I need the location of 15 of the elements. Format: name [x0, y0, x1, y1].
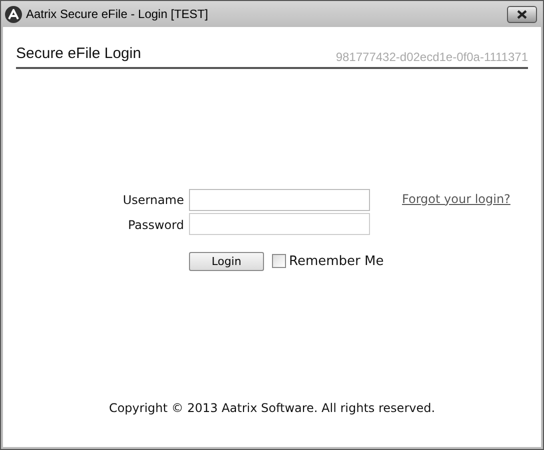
window-title: Aatrix Secure eFile - Login [TEST] [26, 6, 208, 23]
logo-icon [5, 6, 22, 22]
close-button[interactable] [507, 6, 537, 22]
remember-label: Remember Me [289, 252, 384, 270]
remember-checkbox[interactable] [272, 254, 286, 268]
password-label: Password [128, 216, 184, 234]
username-field[interactable] [189, 188, 370, 210]
page-heading: Secure eFile Login [16, 44, 142, 64]
session-id: 981777432-d02ecd1e-0f0a-1111371 [336, 48, 528, 66]
username-label: Username [122, 192, 184, 208]
forgot-login-link[interactable]: Forgot your login? [402, 190, 510, 206]
password-field[interactable] [189, 212, 370, 234]
login-button[interactable]: Login [189, 252, 264, 271]
copyright-text: Copyright © 2013 Aatrix Software. All rights reserved. [108, 400, 436, 417]
close-icon [517, 10, 527, 18]
